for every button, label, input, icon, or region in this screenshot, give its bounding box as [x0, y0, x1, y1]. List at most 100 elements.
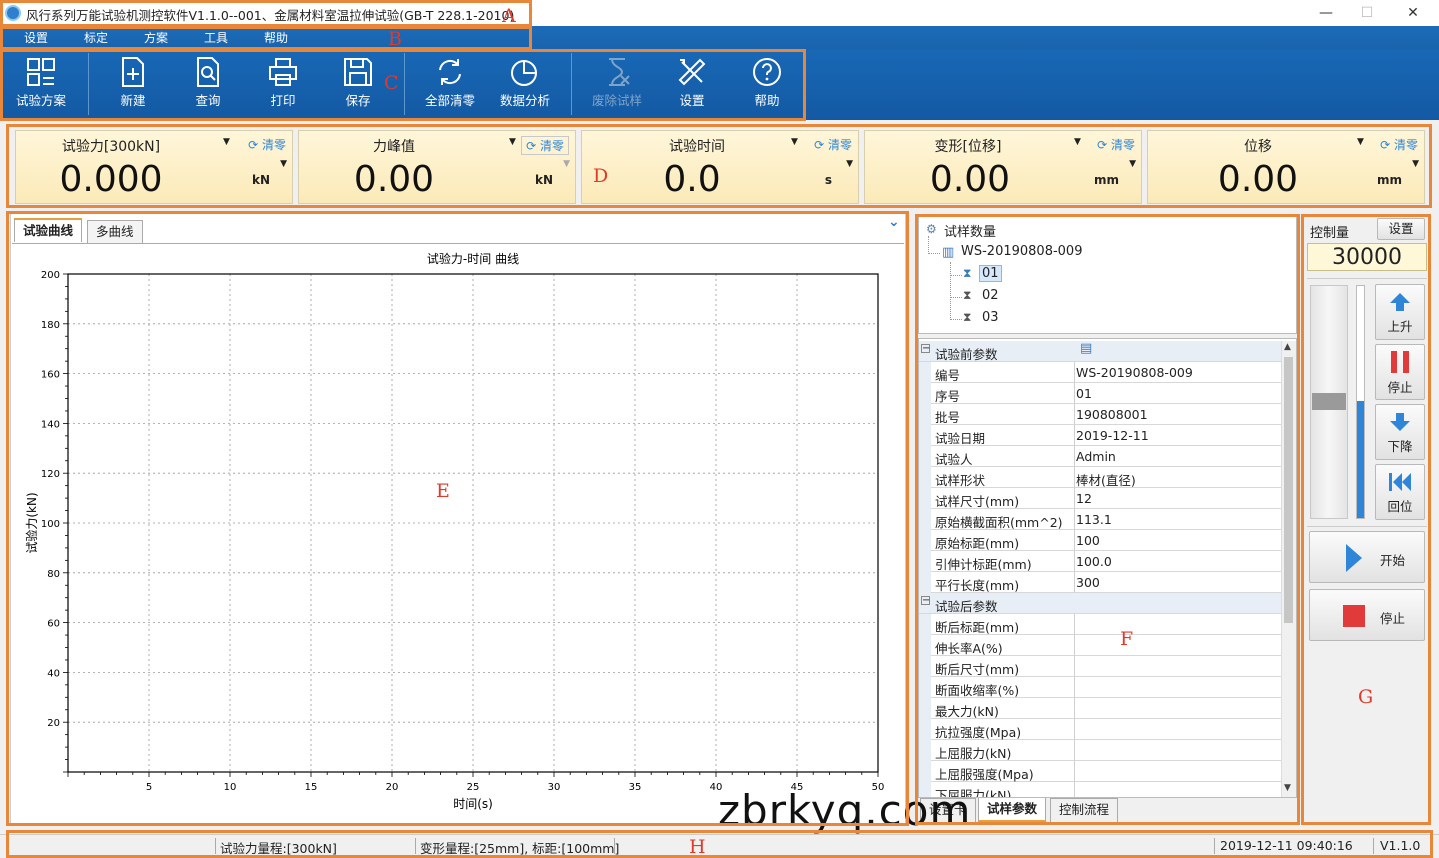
- speed-slider-thumb[interactable]: [1312, 393, 1346, 410]
- params-row[interactable]: 原始横截面积(mm^2) 113.1: [919, 509, 1281, 530]
- menu-settings[interactable]: 设置: [24, 29, 48, 46]
- params-row[interactable]: 伸长率A(%): [919, 635, 1281, 656]
- tab-control-flow[interactable]: 控制流程: [1050, 798, 1119, 822]
- settings-button[interactable]: 设置: [657, 54, 727, 116]
- params-row[interactable]: 编号 WS-20190808-009: [919, 362, 1281, 383]
- param-value[interactable]: WS-20190808-009: [1076, 365, 1193, 380]
- params-row[interactable]: 断后尺寸(mm): [919, 656, 1281, 677]
- param-value[interactable]: Admin: [1076, 449, 1116, 464]
- params-row[interactable]: 断面收缩率(%): [919, 677, 1281, 698]
- save-button[interactable]: 保存: [323, 54, 393, 116]
- scroll-up-icon[interactable]: ▲: [1284, 342, 1291, 352]
- gauge-unit: mm: [1093, 173, 1119, 187]
- params-row[interactable]: 批号 190808001: [919, 404, 1281, 425]
- tree-item-01[interactable]: 01: [979, 265, 1002, 282]
- dropdown-arrow-icon[interactable]: ▼: [1129, 159, 1136, 169]
- annotation-label: C: [384, 72, 399, 94]
- chevron-down-icon[interactable]: ⌄: [888, 214, 900, 230]
- param-key: 试验日期: [935, 431, 986, 446]
- params-row[interactable]: 平行长度(mm) 300: [919, 572, 1281, 593]
- tree-item-03[interactable]: 03: [982, 310, 999, 325]
- param-value[interactable]: 12: [1076, 491, 1092, 506]
- params-row[interactable]: 最大力(kN): [919, 698, 1281, 719]
- gauge-clear-button[interactable]: ⟳ 清零: [248, 136, 286, 153]
- query-button[interactable]: 查询: [173, 54, 243, 116]
- params-row[interactable]: 序号 01: [919, 383, 1281, 404]
- new-label: 新建: [120, 93, 146, 108]
- control-settings-button[interactable]: 设置: [1377, 218, 1425, 240]
- params-row[interactable]: 下屈服力(kN): [919, 782, 1281, 797]
- params-category-row[interactable]: − 试验后参数: [919, 593, 1281, 614]
- gauge-clear-button[interactable]: ⟳ 清零: [1097, 136, 1135, 153]
- tab-multi-curve[interactable]: 多曲线: [87, 220, 143, 243]
- dropdown-arrow-icon[interactable]: ▼: [1357, 137, 1364, 147]
- start-button[interactable]: 开始: [1309, 531, 1425, 583]
- gauge-clear-button[interactable]: ⟳ 清零: [814, 136, 852, 153]
- dropdown-arrow-icon[interactable]: ▼: [1412, 159, 1419, 169]
- return-button[interactable]: 回位: [1375, 464, 1425, 520]
- print-button[interactable]: 打印: [248, 54, 318, 116]
- menu-help[interactable]: 帮助: [264, 29, 288, 46]
- params-row[interactable]: 断后标距(mm): [919, 614, 1281, 635]
- collapse-icon[interactable]: −: [921, 344, 930, 354]
- maximize-button[interactable]: ☐: [1344, 0, 1390, 26]
- clipboard-icon[interactable]: ▤: [1080, 341, 1092, 356]
- new-button[interactable]: 新建: [98, 54, 168, 116]
- params-row[interactable]: 原始标距(mm) 100: [919, 530, 1281, 551]
- gauge-clear-button[interactable]: ⟳ 清零: [521, 136, 569, 155]
- dropdown-arrow-icon[interactable]: ▼: [509, 137, 516, 147]
- params-row[interactable]: 上屈服力(kN): [919, 740, 1281, 761]
- help-button[interactable]: 帮助: [732, 54, 802, 116]
- params-row[interactable]: 抗拉强度(Mpa): [919, 719, 1281, 740]
- column-divider: [1074, 719, 1075, 740]
- params-row[interactable]: 上屈服强度(Mpa): [919, 761, 1281, 782]
- status-deform-range: 变形量程:[25mm], 标距:[100mm]: [420, 841, 620, 856]
- param-value[interactable]: 100.0: [1076, 554, 1112, 569]
- param-key: 断后标距(mm): [935, 620, 1020, 635]
- y-tick-label: 20: [47, 718, 60, 729]
- control-value-field[interactable]: 30000: [1307, 243, 1427, 271]
- tab-test-curve[interactable]: 试验曲线: [14, 218, 83, 242]
- help-icon: [753, 58, 781, 86]
- close-button[interactable]: ✕: [1390, 0, 1436, 26]
- tree-batch-label[interactable]: WS-20190808-009: [961, 244, 1082, 259]
- params-category-row[interactable]: − 试验前参数: [919, 341, 1281, 362]
- params-row[interactable]: 试样形状 棒材(直径): [919, 467, 1281, 488]
- menu-plan[interactable]: 方案: [144, 29, 168, 46]
- test-plan-button[interactable]: 试验方案: [6, 54, 76, 116]
- param-value[interactable]: 01: [1076, 386, 1092, 401]
- tab-sample-params[interactable]: 试样参数: [978, 798, 1047, 822]
- column-divider: [1074, 698, 1075, 719]
- dropdown-arrow-icon[interactable]: ▼: [846, 159, 853, 169]
- menu-calibrate[interactable]: 标定: [84, 29, 108, 46]
- up-button[interactable]: 上升: [1375, 284, 1425, 340]
- dropdown-arrow-icon[interactable]: ▼: [791, 137, 798, 147]
- params-row[interactable]: 引伸计标距(mm) 100.0: [919, 551, 1281, 572]
- param-value[interactable]: 190808001: [1076, 407, 1148, 422]
- params-row[interactable]: 试验日期 2019-12-11: [919, 425, 1281, 446]
- dropdown-arrow-icon[interactable]: ▼: [223, 137, 230, 147]
- down-button[interactable]: 下降: [1375, 404, 1425, 460]
- dropdown-arrow-icon[interactable]: ▼: [563, 159, 570, 169]
- param-value[interactable]: 113.1: [1076, 512, 1112, 527]
- dropdown-arrow-icon[interactable]: ▼: [280, 159, 287, 169]
- collapse-icon[interactable]: −: [921, 596, 930, 606]
- menu-tools[interactable]: 工具: [204, 29, 228, 46]
- scroll-down-icon[interactable]: ▼: [1284, 783, 1291, 793]
- stop-button[interactable]: 停止: [1309, 589, 1425, 641]
- scrollbar-thumb[interactable]: [1284, 357, 1293, 623]
- minimize-button[interactable]: —: [1303, 0, 1349, 26]
- param-value[interactable]: 2019-12-11: [1076, 428, 1149, 443]
- dropdown-arrow-icon[interactable]: ▼: [1074, 137, 1081, 147]
- discard-sample-button[interactable]: 废除试样: [582, 54, 652, 116]
- params-row[interactable]: 试样尺寸(mm) 12: [919, 488, 1281, 509]
- param-value[interactable]: 100: [1076, 533, 1100, 548]
- gauge-clear-button[interactable]: ⟳ 清零: [1380, 136, 1418, 153]
- analysis-button[interactable]: 数据分析: [490, 54, 560, 116]
- param-value[interactable]: 棒材(直径): [1076, 470, 1136, 489]
- clear-all-button[interactable]: 全部清零: [415, 54, 485, 116]
- param-value[interactable]: 300: [1076, 575, 1100, 590]
- tree-item-02[interactable]: 02: [982, 288, 999, 303]
- params-row[interactable]: 试验人 Admin: [919, 446, 1281, 467]
- pause-button[interactable]: 停止: [1375, 344, 1425, 400]
